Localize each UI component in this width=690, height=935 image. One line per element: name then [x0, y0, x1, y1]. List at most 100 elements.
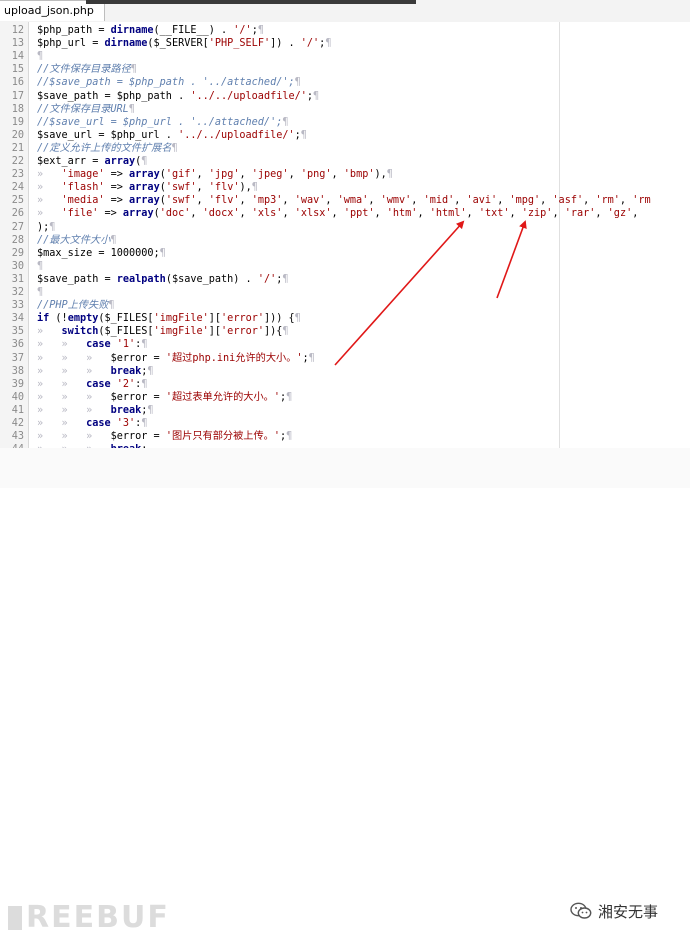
code-token-pilcrow: ¶	[37, 260, 44, 272]
code-token-default: ][	[208, 313, 222, 325]
code-token-string: 'wav'	[294, 195, 326, 207]
code-token-func: dirname	[104, 38, 148, 50]
line-number: 14	[11, 51, 24, 63]
code-token-default: ,	[552, 208, 565, 220]
line-code: $php_url = dirname($_SERVER['PHP_SELF'])…	[37, 37, 331, 50]
code-token-string: '超过php.ini允许的大小。'	[165, 352, 303, 364]
code-token-pilcrow: ¶	[294, 313, 301, 325]
code-token-default: ,	[190, 208, 203, 220]
code-line: 13 $php_url = dirname($_SERVER['PHP_SELF'…	[0, 37, 690, 50]
code-token-default: $error =	[110, 391, 166, 403]
code-token-pilcrow: ¶	[294, 77, 301, 89]
code-token-string: 'gif'	[165, 169, 197, 181]
code-token-string: 'rm'	[595, 195, 620, 207]
code-line: 16 //$save_path = $php_path . '../attache…	[0, 76, 690, 89]
line-number: 32	[11, 287, 24, 298]
code-token-guide: » » »	[37, 431, 111, 443]
code-token-string: 'image'	[61, 169, 105, 181]
code-token-func: array	[129, 182, 160, 194]
code-token-default: ,	[368, 195, 381, 207]
line-code: » 'file' => array('doc', 'docx', 'xls', …	[37, 207, 638, 220]
code-token-default: ,	[619, 195, 633, 207]
code-token-default: ,	[595, 208, 608, 220]
code-token-pilcrow: ¶	[286, 431, 293, 443]
line-number: 30	[11, 260, 24, 272]
line-number: 43	[11, 431, 24, 443]
code-token-string: 'zip'	[521, 208, 553, 220]
line-number: 21	[11, 142, 24, 154]
code-token-string: 'jpeg'	[251, 169, 289, 181]
code-token-pilcrow: ¶	[251, 182, 258, 194]
line-code: );¶	[37, 221, 55, 234]
line-code: » switch($_FILES['imgFile']['error']){¶	[37, 325, 289, 338]
code-editor[interactable]: 12 $php_path = dirname(__FILE__) . '/';¶ 1…	[0, 22, 690, 455]
line-number: 16	[11, 77, 24, 89]
line-number: 39	[11, 378, 24, 390]
code-token-default: ($_FILES[	[98, 313, 154, 325]
line-number: 26	[11, 208, 24, 220]
code-line: 39 » » case '2':¶	[0, 378, 690, 391]
code-token-func: realpath	[116, 273, 166, 285]
line-number: 31	[11, 273, 24, 285]
code-token-default: $save_url = $php_url .	[37, 129, 179, 141]
tab-bar: upload_json.php	[0, 0, 690, 23]
line-code: //PHP上传失败¶	[37, 299, 115, 312]
code-token-func: case	[86, 339, 111, 351]
code-line: 14 ¶	[0, 50, 690, 63]
code-token-string: 'doc'	[159, 208, 191, 220]
code-token-guide: » »	[37, 339, 87, 351]
code-token-func: array	[104, 156, 136, 167]
code-line: 20 $save_url = $php_url . '../../uploadfi…	[0, 129, 690, 142]
line-code: » 'image' => array('gif', 'jpg', 'jpeg',…	[37, 168, 393, 181]
code-token-default: (__FILE__) .	[153, 25, 234, 36]
line-number: 18	[11, 103, 24, 115]
code-token-func: case	[86, 378, 111, 390]
line-code: //文件保存目录路径¶	[37, 63, 137, 76]
code-token-string: 'rar'	[564, 208, 596, 220]
line-number: 25	[11, 195, 24, 207]
code-token-string: 'flash'	[61, 182, 105, 194]
code-token-pilcrow: ¶	[147, 404, 154, 416]
code-token-func: array	[129, 169, 160, 181]
code-token-func: case	[86, 418, 111, 429]
code-token-default: =>	[98, 208, 123, 220]
line-number: 24	[11, 182, 24, 194]
code-token-string: 'txt'	[478, 208, 510, 220]
brand-name: 湘安无事	[598, 902, 659, 921]
code-token-default: =>	[104, 195, 130, 207]
code-token-default: ,	[632, 208, 639, 220]
code-token-pilcrow: ¶	[386, 169, 393, 181]
code-token-default: ])) {	[263, 313, 295, 325]
code-token-pilcrow: ¶	[141, 156, 148, 167]
code-line: 32 ¶	[0, 286, 690, 299]
line-code: $save_url = $php_url . '../../uploadfile…	[37, 129, 307, 142]
line-code: $php_path = dirname(__FILE__) . '/';¶	[37, 24, 264, 37]
code-token-pilcrow: ¶	[313, 90, 320, 102]
line-number: 41	[11, 404, 24, 416]
code-token-pilcrow: ¶	[282, 273, 289, 285]
line-number: 28	[11, 234, 24, 246]
code-token-string: 'bmp'	[343, 169, 375, 181]
code-token-guide: »	[37, 169, 62, 181]
code-token-func: dirname	[110, 25, 154, 36]
code-line: 30 ¶	[0, 260, 690, 273]
code-token-default: ($_SERVER[	[147, 38, 209, 50]
line-number: 17	[11, 90, 24, 102]
code-token-default: ),	[239, 182, 252, 194]
code-token-default: ,	[196, 195, 209, 207]
code-token-func: empty	[67, 313, 99, 325]
line-number: 22	[11, 156, 24, 167]
code-token-default: ,	[411, 195, 424, 207]
line-code: » » » break;¶	[37, 365, 154, 378]
code-token-guide: »	[37, 326, 62, 338]
code-token-string: 'flv'	[208, 182, 240, 194]
line-code: » » case '3':¶	[37, 417, 147, 430]
code-token-string: 'gz'	[607, 208, 633, 220]
code-token-default: ,	[282, 195, 295, 207]
watermark-logo-bar	[8, 906, 22, 930]
code-token-default: $error =	[110, 352, 166, 364]
code-token-default: =>	[104, 182, 130, 194]
code-token-default: ,	[331, 169, 344, 181]
code-token-string: 'png'	[300, 169, 332, 181]
code-line: 26 » 'file' => array('doc', 'docx', 'xls'…	[0, 207, 690, 220]
